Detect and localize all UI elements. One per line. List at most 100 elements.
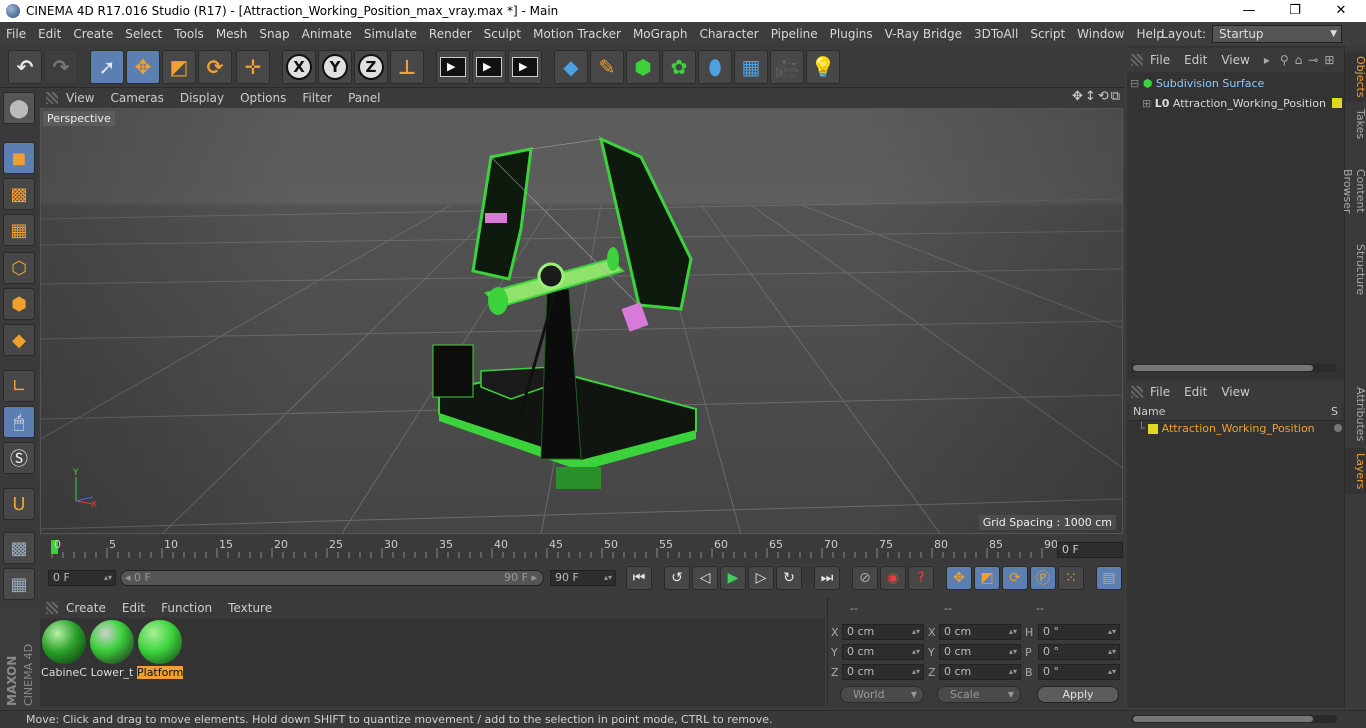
keyframe-selection-button[interactable]: ? (908, 566, 934, 590)
timeline-window-button[interactable]: ▤ (1096, 566, 1122, 590)
close-button[interactable]: ✕ (1318, 0, 1364, 22)
menu-motion-tracker[interactable]: Motion Tracker (527, 27, 627, 41)
timeline-ruler[interactable]: 0 5 10 15 20 25 30 35 40 45 50 55 60 65 70 75 80 85 90 (40, 536, 1125, 564)
menu-sculpt[interactable]: Sculpt (478, 27, 527, 41)
size-mode-dropdown[interactable]: Scale ▼ (937, 686, 1021, 703)
x-axis-lock-button[interactable]: X (282, 50, 316, 84)
add-camera-button[interactable]: 🎥 (770, 50, 804, 84)
render-picture-viewer-button[interactable] (472, 50, 506, 84)
polygons-mode-button[interactable]: ◆ (3, 324, 35, 356)
record-active-button[interactable]: ⊘ (852, 566, 878, 590)
layer-color-swatch[interactable] (1332, 98, 1342, 108)
maximize-button[interactable]: ❐ (1272, 0, 1318, 22)
add-deformer-button[interactable]: ⬮ (698, 50, 732, 84)
rotation-b-field[interactable]: 0 ° ▴▾ (1038, 664, 1120, 680)
position-y-field[interactable]: 0 cm ▴▾ (842, 644, 924, 660)
edges-mode-button[interactable]: ⬢ (3, 288, 35, 320)
render-settings-button[interactable] (508, 50, 542, 84)
workplane-mode-button[interactable]: ▦ (3, 214, 35, 246)
menu-animate[interactable]: Animate (296, 27, 358, 41)
snap-toggle-button[interactable]: Ⓢ (3, 442, 35, 474)
add-subdivision-button[interactable]: ⬢ (626, 50, 660, 84)
scrollbar-thumb[interactable] (1133, 365, 1313, 371)
axis-mode-button[interactable]: ∟ (3, 370, 35, 402)
recent-tools-button[interactable]: ✛ (236, 50, 270, 84)
add-array-button[interactable]: ✿ (662, 50, 696, 84)
tab-attributes[interactable]: Attributes (1345, 384, 1366, 444)
material-menu-edit[interactable]: Edit (114, 601, 153, 615)
previous-frame-button[interactable]: ◁ (692, 566, 718, 590)
menu-snap[interactable]: Snap (253, 27, 295, 41)
menu-mograph[interactable]: MoGraph (627, 27, 694, 41)
next-frame-button[interactable]: ▷ (748, 566, 774, 590)
object-menu-view[interactable]: View (1214, 53, 1256, 67)
layer-solo-toggle[interactable] (1334, 424, 1342, 432)
layer-menu-view[interactable]: View (1214, 385, 1256, 399)
tab-takes[interactable]: Takes (1345, 106, 1366, 142)
texture-mode-button[interactable]: ▩ (3, 178, 35, 210)
chevron-right-icon[interactable]: ▸ (1257, 53, 1277, 67)
y-axis-lock-button[interactable]: Y (318, 50, 352, 84)
menu-character[interactable]: Character (693, 27, 764, 41)
layer-row[interactable]: └ Attraction_Working_Position (1138, 422, 1315, 435)
add-floor-button[interactable]: ▦ (734, 50, 768, 84)
menu-render[interactable]: Render (423, 27, 478, 41)
material-menu-texture[interactable]: Texture (220, 601, 280, 615)
render-view-button[interactable] (436, 50, 470, 84)
menu-file[interactable]: File (0, 27, 32, 41)
material-swatch-selected[interactable]: Platform (137, 620, 183, 679)
locked-workplane-button[interactable]: ▦ (3, 568, 35, 600)
key-rotation-button[interactable]: ⟳ (1002, 566, 1028, 590)
tab-content-browser[interactable]: Content Browser (1341, 146, 1366, 236)
material-swatch[interactable]: CabineC (41, 620, 87, 679)
menu-pipeline[interactable]: Pipeline (765, 27, 824, 41)
start-frame-field[interactable]: 0 F ▴▾ (48, 570, 116, 586)
add-spline-pen-button[interactable]: ✎ (590, 50, 624, 84)
menu-edit[interactable]: Edit (32, 27, 67, 41)
menu-plugins[interactable]: Plugins (824, 27, 879, 41)
redo-button[interactable]: ↷ (44, 50, 78, 84)
go-to-end-button[interactable]: ⏭ (814, 566, 840, 590)
layer-menu-file[interactable]: File (1143, 385, 1177, 399)
z-axis-lock-button[interactable]: Z (354, 50, 388, 84)
layer-menu-edit[interactable]: Edit (1177, 385, 1214, 399)
home-icon[interactable]: ⌂ (1292, 53, 1306, 67)
make-editable-button[interactable]: ⬤ (3, 92, 35, 124)
current-frame-field[interactable]: 0 F (1057, 542, 1123, 558)
apply-button[interactable]: Apply (1037, 686, 1119, 703)
menu-tools[interactable]: Tools (168, 27, 210, 41)
undo-button[interactable]: ↶ (8, 50, 42, 84)
tree-item-attraction[interactable]: ⊞ L0 Attraction_Working_Position (1142, 97, 1326, 110)
points-mode-button[interactable]: ⬡ (3, 252, 35, 284)
viewport-menu-display[interactable]: Display (172, 91, 232, 105)
go-to-start-button[interactable]: ⏮ (626, 566, 652, 590)
key-pla-button[interactable]: ⁙ (1058, 566, 1084, 590)
position-x-field[interactable]: 0 cm ▴▾ (842, 624, 924, 640)
material-menu-create[interactable]: Create (58, 601, 114, 615)
position-z-field[interactable]: 0 cm ▴▾ (842, 664, 924, 680)
menu-3dtoall[interactable]: 3DToAll (968, 27, 1024, 41)
hierarchy-icon[interactable]: ⊸ (1305, 53, 1321, 67)
size-z-field[interactable]: 0 cm ▴▾ (939, 664, 1021, 680)
rotate-tool-button[interactable]: ⟳ (198, 50, 232, 84)
tab-structure[interactable]: Structure (1345, 242, 1366, 298)
frame-range-slider[interactable]: ◂ 0 F 90 F ▸ (120, 570, 544, 586)
tab-layers[interactable]: Layers (1345, 448, 1366, 494)
menu-vray-bridge[interactable]: V-Ray Bridge (879, 27, 968, 41)
layer-scrollbar[interactable] (1131, 715, 1337, 723)
scrollbar-thumb[interactable] (1133, 716, 1313, 722)
model-mode-button[interactable]: ◼ (3, 142, 35, 174)
menu-mesh[interactable]: Mesh (210, 27, 254, 41)
tab-objects[interactable]: Objects (1345, 52, 1366, 102)
end-frame-field[interactable]: 90 F ▴▾ (550, 570, 616, 586)
rotation-h-field[interactable]: 0 ° ▴▾ (1038, 624, 1120, 640)
key-position-button[interactable]: ✥ (946, 566, 972, 590)
menu-select[interactable]: Select (119, 27, 168, 41)
menu-simulate[interactable]: Simulate (358, 27, 423, 41)
new-window-icon[interactable]: ⊞ (1321, 53, 1337, 67)
tweak-mode-button[interactable]: 🖱 (3, 406, 35, 438)
object-menu-edit[interactable]: Edit (1177, 53, 1214, 67)
coordinate-space-dropdown[interactable]: World ▼ (840, 686, 924, 703)
object-scrollbar[interactable] (1131, 364, 1337, 372)
viewport-menu-view[interactable]: View (58, 91, 102, 105)
